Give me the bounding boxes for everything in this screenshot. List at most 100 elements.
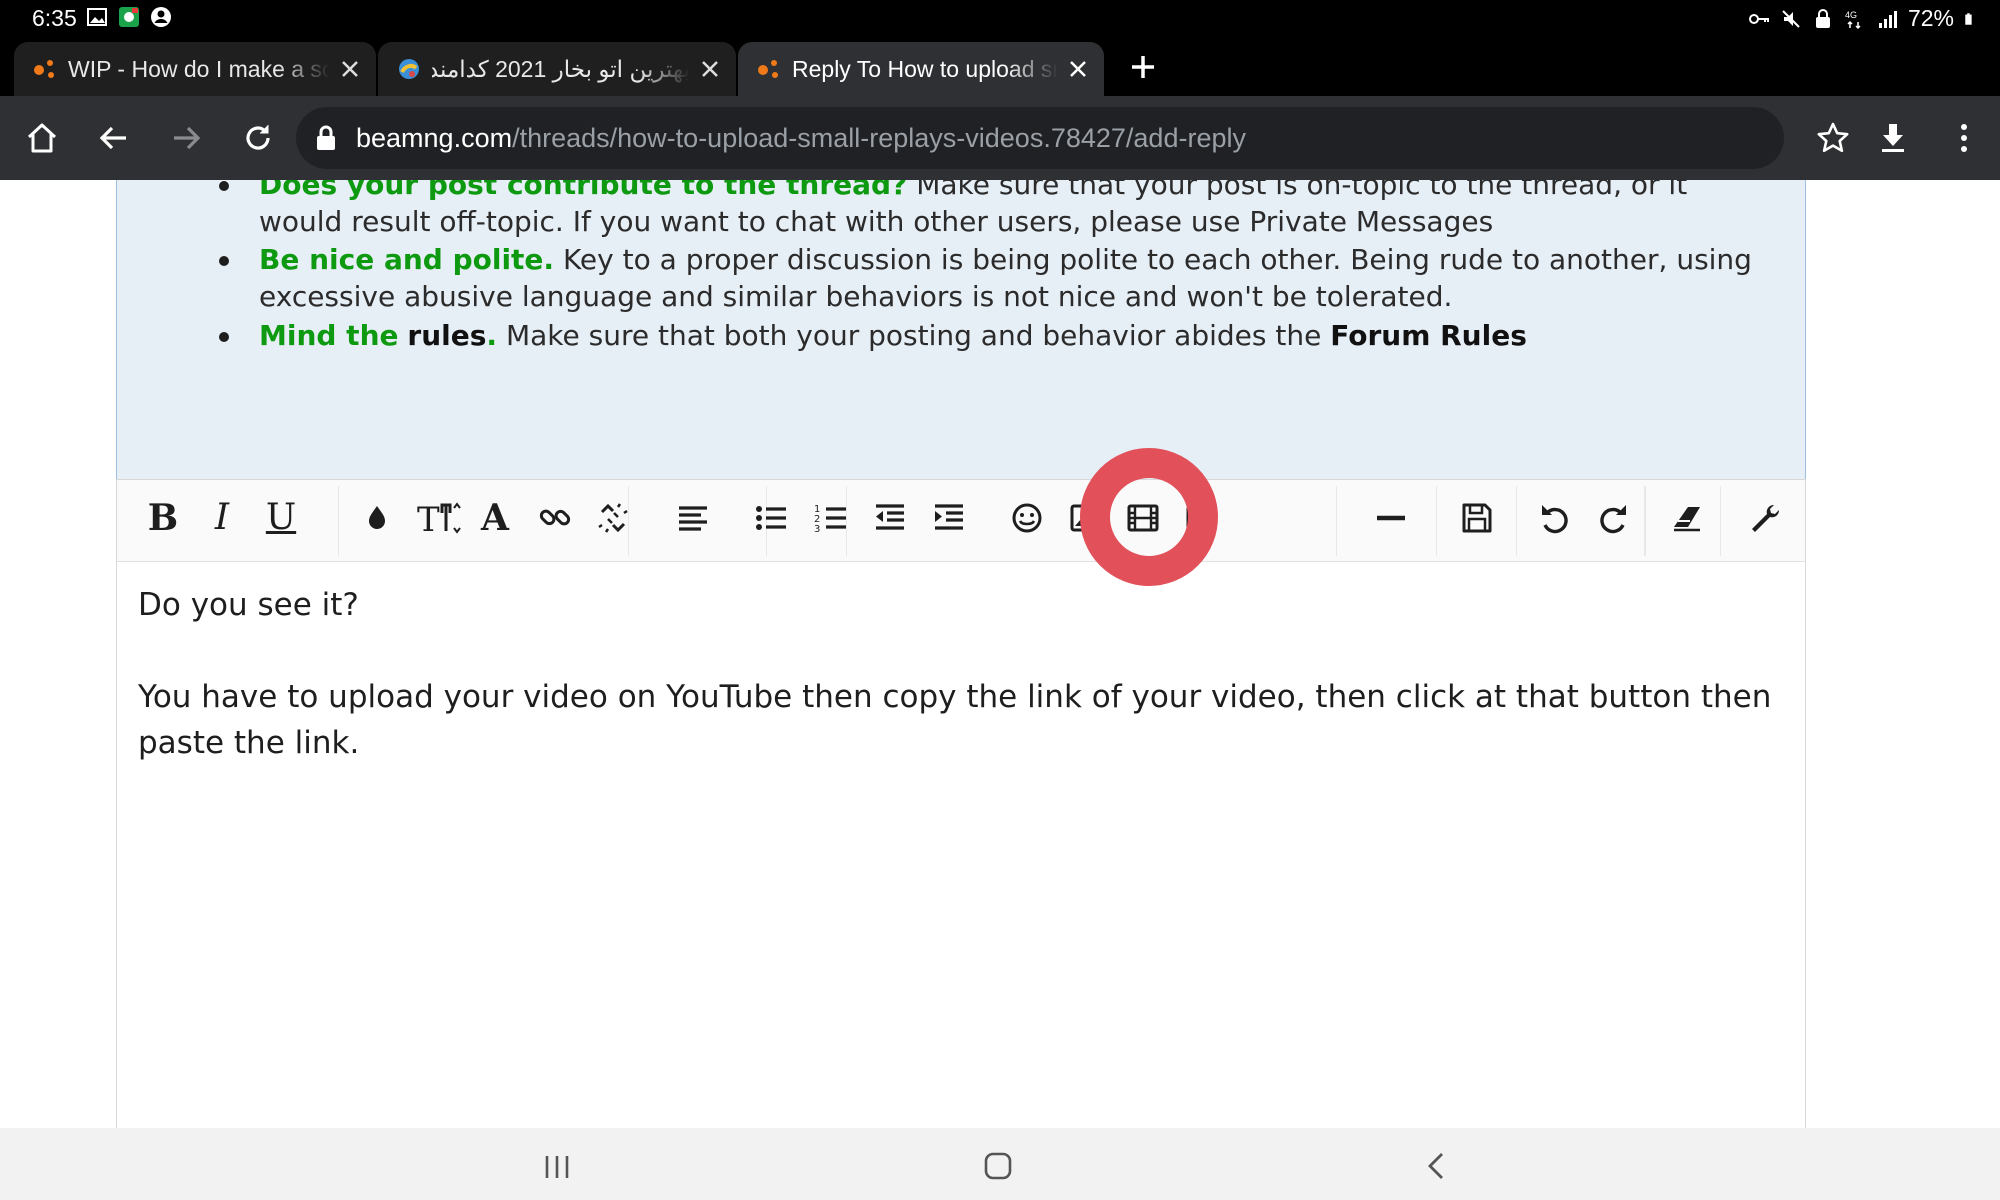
redo-icon [1600,505,1626,534]
gallery-icon [87,8,107,26]
undo-button[interactable] [1535,498,1575,538]
app-notification-icon [119,7,139,27]
floppy-disk-icon [1462,503,1492,533]
android-nav-bar [0,1128,2000,1200]
beamng-icon [34,60,54,78]
text-color-button[interactable] [357,498,397,538]
address-bar[interactable]: beamng.com/threads/how-to-upload-small-r… [296,107,1784,169]
tab-steam-iron[interactable]: بهترین اتو بخار 2021 کدامند؟ ) [378,42,736,96]
forward-arrow-icon[interactable] [168,120,204,156]
rules-word: rules [407,319,487,352]
beamng-icon [758,60,778,78]
status-bar: 6:35 4G 72% [0,0,2000,36]
tab-title: WIP - How do I make a scenario [68,55,330,82]
guideline-lead: Does your post contribute to the thread? [259,180,908,201]
site-icon [399,59,419,79]
rules-dot: . [486,319,498,352]
editor-text-area[interactable]: Do you see it? You have to upload your v… [138,582,1788,812]
browser-toolbar: beamng.com/threads/how-to-upload-small-r… [0,96,2000,180]
underline-button[interactable]: U [261,498,301,538]
guideline-lead: Mind the [259,319,399,352]
eraser-icon [1674,507,1700,532]
lock-icon[interactable] [314,124,338,152]
network-4g-icon: 4G [1845,10,1861,29]
unlink-button[interactable] [593,498,633,538]
italic-button[interactable]: I [202,498,242,538]
recents-icon[interactable] [537,1146,577,1186]
tab-title: بهترین اتو بخار 2021 کدامند؟ ) [432,55,690,82]
battery-percent: 72% [1907,5,1954,31]
tab-strip: WIP - How do I make a scenario بهترین ات… [0,36,2000,96]
link-icon [539,509,571,526]
more-menu-icon[interactable] [1946,120,1982,156]
tab-reply-upload-videos[interactable]: Reply To How to upload small replays vid… [738,42,1104,96]
tab-wip-scenario[interactable]: WIP - How do I make a scenario [14,42,376,96]
redo-button[interactable] [1593,498,1633,538]
back-arrow-icon[interactable] [96,120,132,156]
horizontal-rule-icon [1377,515,1405,521]
svg-text:4G: 4G [1845,10,1857,20]
mute-icon [1782,9,1800,28]
bold-button[interactable]: B [143,498,183,538]
remove-format-button[interactable] [1667,498,1707,538]
indent-button[interactable] [929,498,969,538]
svg-text:3: 3 [814,524,820,535]
reload-icon[interactable] [240,120,276,156]
home-button-icon[interactable] [978,1146,1018,1186]
save-draft-button[interactable] [1457,498,1497,538]
url-path: /threads/how-to-upload-small-replays-vid… [512,122,1246,153]
url-domain: beamng.com [356,122,513,153]
unlink-icon [598,503,628,533]
tools-button[interactable] [1745,498,1785,538]
align-button[interactable] [673,498,713,538]
highlight-circle-annotation [1080,448,1218,586]
wrench-icon [1752,504,1780,532]
align-left-icon [679,506,707,531]
smilie-button[interactable] [1007,498,1047,538]
bold-icon: B [147,497,179,539]
vpn-key-icon [1748,13,1769,24]
back-nav-icon[interactable] [1417,1146,1457,1186]
close-tab-icon[interactable] [1066,57,1090,81]
guideline-item: Does your post contribute to the thread?… [219,180,1759,240]
undo-icon [1542,505,1568,534]
account-icon [151,7,171,27]
signal-icon [1878,10,1897,28]
close-tab-icon[interactable] [698,57,722,81]
lock-icon [1815,8,1830,28]
numbered-list-icon: 123 [814,504,846,535]
outdent-icon [876,504,904,530]
font-size-button[interactable]: T [417,498,463,538]
guideline-text: Make sure that both your posting and beh… [497,319,1331,352]
guideline-item: Mind the rules. Make sure that both your… [219,317,1759,354]
indent-icon [935,504,963,530]
editor-paragraph: Do you see it? [138,587,359,623]
insert-link-button[interactable] [535,498,575,538]
guideline-lead: Be nice and polite. [259,243,555,276]
close-tab-icon[interactable] [338,57,362,81]
reply-editor: B I U T A 123 Do you see it? You have to… [116,448,1806,1128]
numbered-list-button[interactable]: 123 [811,498,851,538]
horizontal-rule-button[interactable] [1371,498,1411,538]
font-family-button[interactable]: A [475,498,515,538]
bullet-list-button[interactable] [751,498,791,538]
forum-rules-link[interactable]: Forum Rules [1330,319,1527,352]
tab-title: Reply To How to upload small replays vid… [792,55,1058,82]
guideline-item: Be nice and polite. Key to a proper disc… [219,241,1759,315]
home-icon[interactable] [24,120,60,156]
page-content: Does your post contribute to the thread?… [0,180,2000,1128]
underline-icon: U [265,497,297,538]
bullet-list-icon [756,506,786,530]
bookmark-star-icon[interactable] [1815,120,1851,156]
editor-toolbar: B I U T A 123 [117,448,1805,586]
font-family-icon: A [481,497,509,539]
battery-icon [1965,12,1972,25]
svg-text:T: T [417,501,440,535]
color-drop-icon [369,506,385,529]
new-tab-plus-icon[interactable] [1128,52,1158,82]
outdent-button[interactable] [870,498,910,538]
smiley-icon [1012,503,1042,533]
editor-paragraph: You have to upload your video on YouTube… [138,679,1772,761]
download-icon[interactable] [1875,120,1911,156]
font-size-icon: T [417,501,461,535]
